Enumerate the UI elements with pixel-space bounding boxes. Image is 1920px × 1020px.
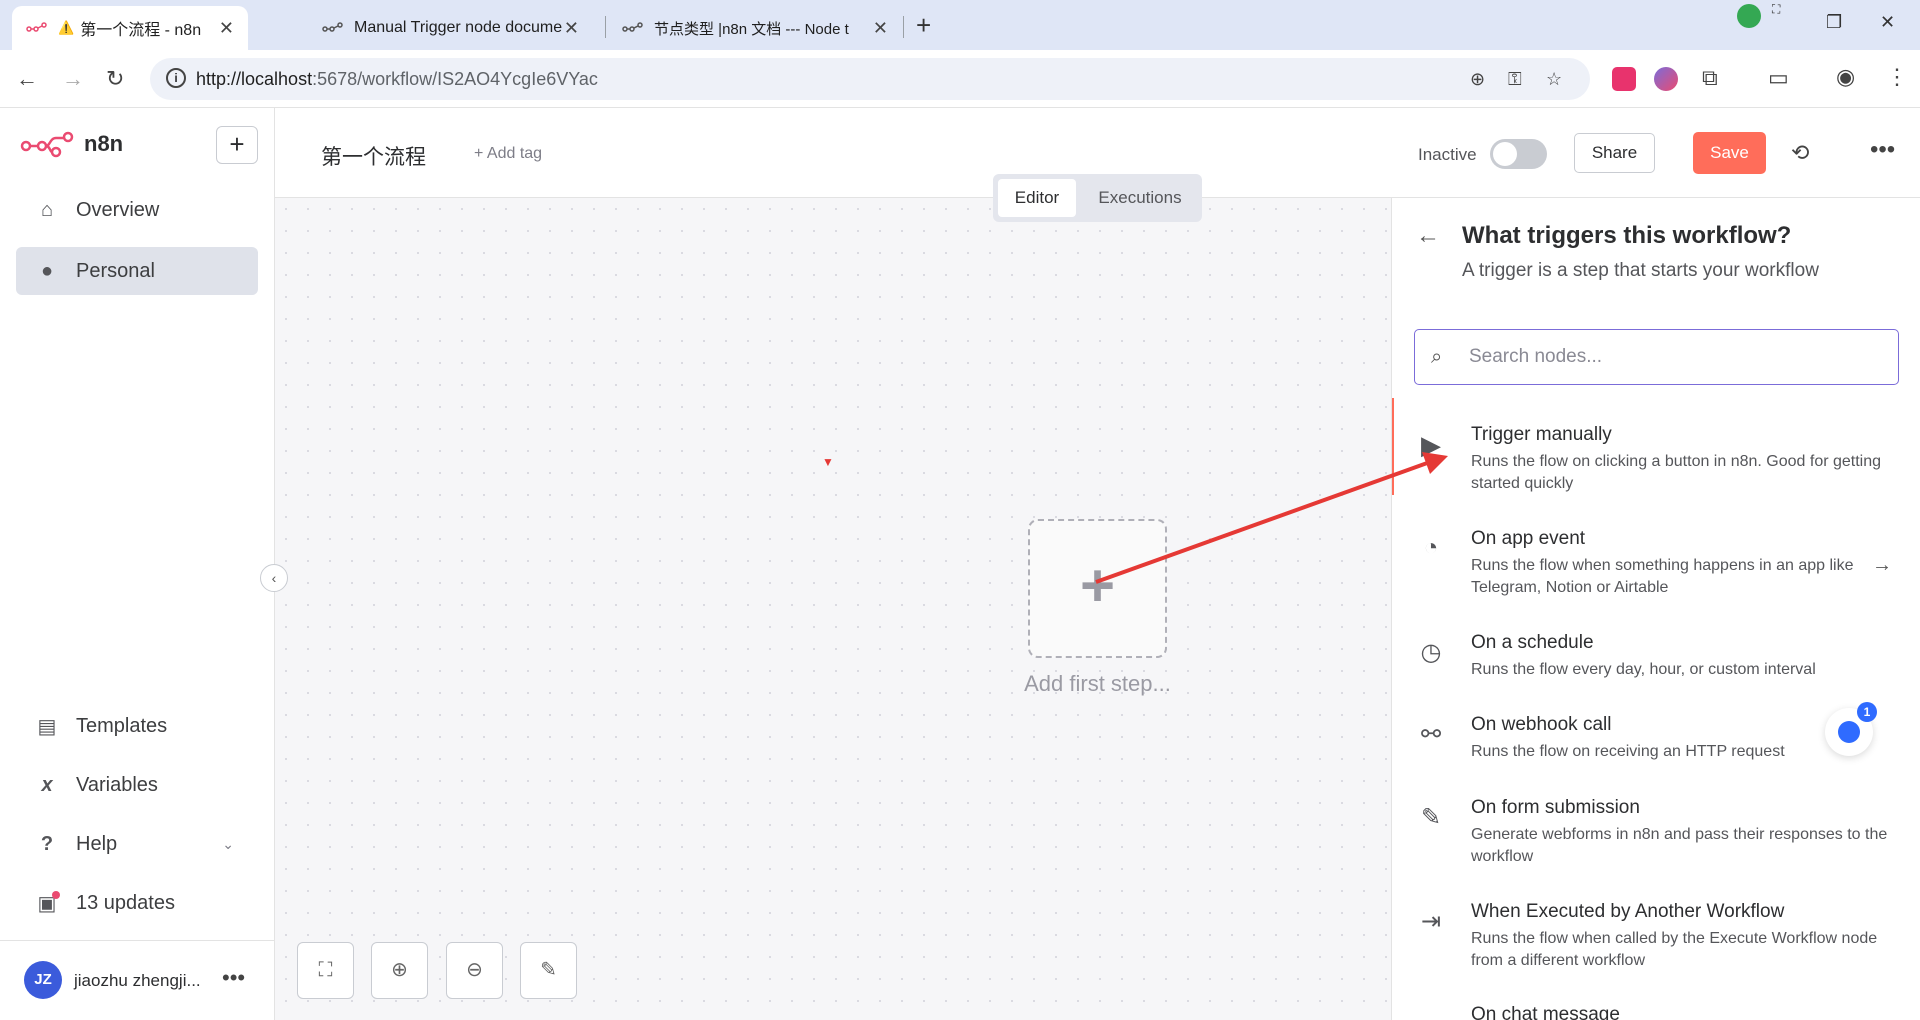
annotation-arrow-line [1095, 460, 1431, 584]
notification-count-badge: 1 [1857, 702, 1877, 722]
annotation-arrow [1095, 452, 1448, 584]
chat-icon [1838, 721, 1860, 743]
chat-widget-button[interactable]: 1 [1825, 702, 1877, 756]
